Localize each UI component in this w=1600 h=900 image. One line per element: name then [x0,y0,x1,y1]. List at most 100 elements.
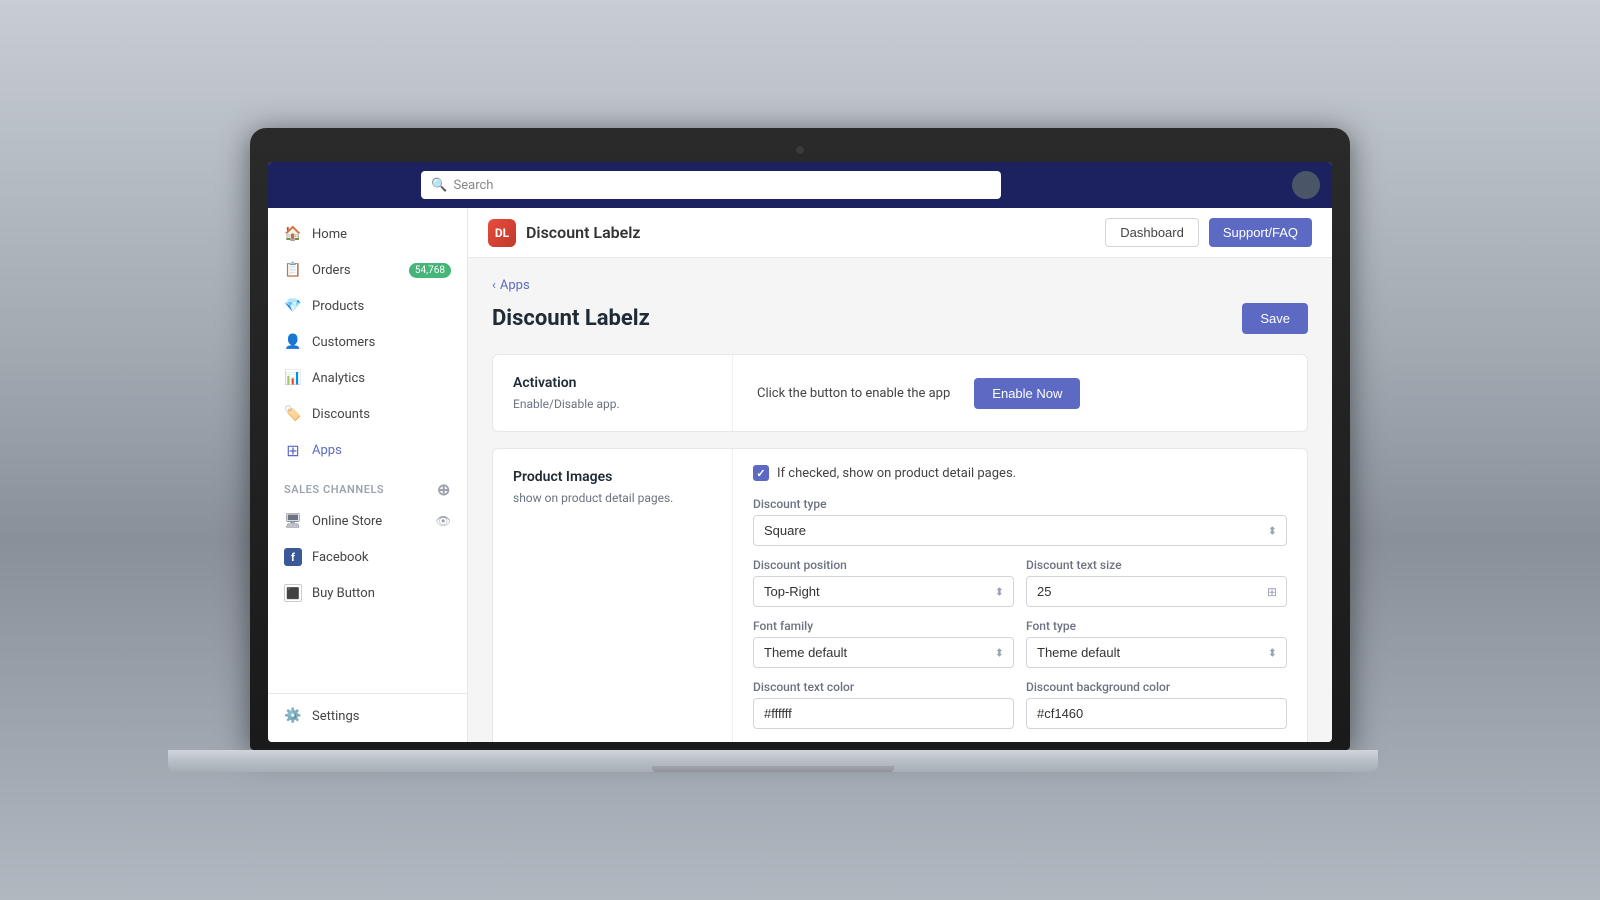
app-header-title: Discount Labelz [526,223,641,242]
search-icon: 🔍 [431,178,447,193]
sidebar-label-customers: Customers [312,335,375,350]
font-type-select[interactable]: Theme default [1026,637,1287,668]
sidebar-bottom: ⚙️ Settings [268,693,467,734]
sidebar-item-orders[interactable]: 📋 Orders 54,768 [268,252,467,288]
buy-button-icon: ⬛ [284,584,302,602]
sidebar-label-buy-button: Buy Button [312,586,375,601]
font-type-group: Font type Theme default [1026,619,1287,668]
checked-checkbox[interactable] [753,465,769,481]
checkbox-row[interactable]: If checked, show on product detail pages… [753,465,1287,481]
bg-color-label: Discount background color [1026,680,1287,694]
content-area: DL Discount Labelz Dashboard Support/FAQ [468,208,1332,742]
sidebar-item-apps[interactable]: ⊞ Apps [268,432,467,468]
sidebar-label-facebook: Facebook [312,550,368,565]
eye-icon[interactable]: 👁 [436,514,451,528]
discount-text-size-input[interactable] [1026,576,1287,607]
product-images-card: Product Images show on product detail pa… [492,448,1308,742]
sidebar-label-discounts: Discounts [312,407,370,422]
online-store-icon: 🖥 [284,512,302,530]
facebook-icon: f [284,548,302,566]
sidebar-item-buy-button[interactable]: ⬛ Buy Button [268,575,467,611]
activation-card: Activation Enable/Disable app. Click the… [492,354,1308,432]
breadcrumb-parent[interactable]: Apps [500,278,530,293]
app-header-left: DL Discount Labelz [488,219,641,247]
dashboard-button[interactable]: Dashboard [1105,218,1199,247]
app-header-right: Dashboard Support/FAQ [1105,218,1312,247]
sidebar-item-customers[interactable]: 👤 Customers [268,324,467,360]
activation-title: Activation [513,375,712,391]
discount-type-label: Discount type [753,497,1287,511]
sidebar-label-home: Home [312,227,347,242]
products-icon: 💎 [284,297,302,315]
activation-card-left: Activation Enable/Disable app. [493,355,733,431]
app-header: DL Discount Labelz Dashboard Support/FAQ [468,208,1332,258]
app-logo: DL [488,219,516,247]
settings-icon: ⚙️ [284,707,302,725]
orders-icon: 📋 [284,261,302,279]
breadcrumb: ‹ Apps [492,278,1308,293]
search-placeholder: Search [454,178,494,193]
font-type-label: Font type [1026,619,1287,633]
page-title-row: Discount Labelz Save [492,303,1308,334]
sidebar-label-orders: Orders [312,263,351,278]
padding-lr-group: Padding (Left - Right) (px) [1026,741,1287,742]
font-family-select[interactable]: Theme default [753,637,1014,668]
text-color-group: Discount text color [753,680,1014,729]
sidebar-item-analytics[interactable]: 📊 Analytics [268,360,467,396]
checkbox-label: If checked, show on product detail pages… [777,466,1016,481]
bg-color-group: Discount background color [1026,680,1287,729]
sales-channels-label: SALES CHANNELS [284,483,384,496]
padding-tb-label: Padding (Top - Bottom) (px) [753,741,1014,742]
product-images-desc: show on product detail pages. [513,491,712,505]
sidebar-item-settings[interactable]: ⚙️ Settings [268,698,467,734]
sidebar-item-online-store[interactable]: 🖥 Online Store 👁 [268,503,467,539]
padding-lr-label: Padding (Left - Right) (px) [1026,741,1287,742]
customers-icon: 👤 [284,333,302,351]
search-bar[interactable]: 🔍 Search [421,171,1001,199]
sidebar-label-online-store: Online Store [312,514,382,529]
discount-text-size-group: Discount text size ⊞ [1026,558,1287,607]
activation-card-right: Click the button to enable the app Enabl… [733,355,1104,431]
sidebar: 🏠 Home 📋 Orders 54,768 💎 Products [268,208,468,742]
orders-badge: 54,768 [409,263,451,278]
sidebar-label-settings: Settings [312,709,359,724]
page-title: Discount Labelz [492,306,650,331]
apps-icon: ⊞ [284,441,302,459]
add-sales-channel-icon[interactable]: ⊕ [437,480,451,499]
laptop-base [168,750,1378,772]
sidebar-item-products[interactable]: 💎 Products [268,288,467,324]
save-button[interactable]: Save [1242,303,1308,334]
discount-position-group: Discount position Top-Right [753,558,1014,607]
enable-now-button[interactable]: Enable Now [974,378,1080,409]
home-icon: 🏠 [284,225,302,243]
discount-type-group: Discount type Square [753,497,1287,546]
activation-desc: Enable/Disable app. [513,397,712,411]
font-family-group: Font family Theme default [753,619,1014,668]
analytics-icon: 📊 [284,369,302,387]
discounts-icon: 🏷️ [284,405,302,423]
top-nav: 🔍 Search [268,162,1332,208]
support-button[interactable]: Support/FAQ [1209,218,1312,247]
discount-position-label: Discount position [753,558,1014,572]
product-images-card-left: Product Images show on product detail pa… [493,449,733,742]
discount-position-select[interactable]: Top-Right [753,576,1014,607]
text-color-label: Discount text color [753,680,1014,694]
discount-type-select[interactable]: Square [753,515,1287,546]
sidebar-item-home[interactable]: 🏠 Home [268,216,467,252]
sales-channels-section: SALES CHANNELS ⊕ [268,468,467,503]
activation-message: Click the button to enable the app [757,386,950,401]
top-nav-right [1292,171,1320,199]
sidebar-label-analytics: Analytics [312,371,365,386]
product-images-title: Product Images [513,469,712,485]
sidebar-item-discounts[interactable]: 🏷️ Discounts [268,396,467,432]
sidebar-item-facebook[interactable]: f Facebook [268,539,467,575]
text-color-input[interactable] [753,698,1014,729]
bg-color-input[interactable] [1026,698,1287,729]
breadcrumb-chevron: ‹ [492,278,496,293]
laptop-camera [796,146,804,154]
sidebar-label-products: Products [312,299,364,314]
user-avatar [1292,171,1320,199]
padding-tb-group: Padding (Top - Bottom) (px) [753,741,1014,742]
sidebar-label-apps: Apps [312,443,342,458]
text-size-icon: ⊞ [1267,585,1277,599]
